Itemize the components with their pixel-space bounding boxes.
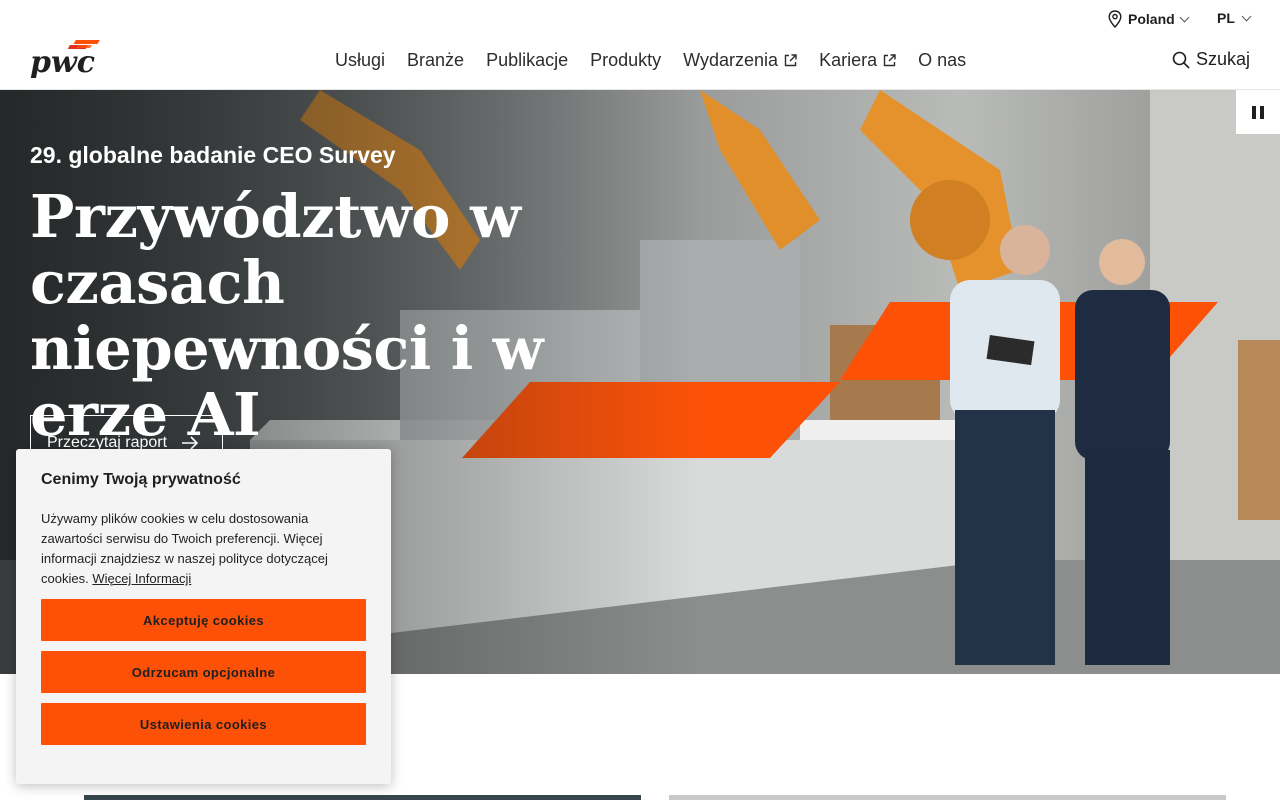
nav-label: Publikacje (486, 50, 569, 70)
language-label: PL (1217, 10, 1235, 26)
search-button[interactable]: Szukaj (1172, 49, 1250, 70)
content-cards (84, 795, 1226, 800)
card-image[interactable] (84, 795, 641, 800)
chevron-down-icon (1179, 12, 1190, 22)
nav-item-uslugi[interactable]: Usługi (335, 50, 385, 71)
pause-button[interactable] (1236, 90, 1280, 134)
svg-text:pwc: pwc (30, 45, 95, 78)
reject-optional-button[interactable]: Odrzucam opcjonalne (41, 651, 366, 693)
search-icon (1172, 51, 1190, 69)
nav-item-o-nas[interactable]: O nas (918, 50, 966, 71)
pwc-logo[interactable]: pwc (30, 38, 104, 78)
nav-label: Branże (407, 50, 465, 70)
nav-label: Usługi (335, 50, 386, 70)
region-selector[interactable]: Poland (1108, 10, 1190, 28)
language-selector[interactable]: PL (1217, 10, 1252, 26)
pause-icon (1260, 105, 1264, 119)
region-label: Poland (1128, 11, 1175, 27)
pause-icon (1252, 105, 1256, 119)
utility-bar: Poland PL (0, 0, 1280, 38)
external-link-icon (784, 54, 797, 67)
nav-item-branze[interactable]: Branże (407, 50, 464, 71)
external-link-icon (883, 54, 896, 67)
hero-eyebrow: 29. globalne badanie CEO Survey (30, 142, 396, 168)
card-image[interactable] (669, 795, 1226, 800)
main-nav: Usługi Branże Publikacje Produkty Wydarz… (335, 50, 966, 71)
cookie-body: Używamy plików cookies w celu dostosowan… (41, 509, 366, 589)
location-pin-icon (1108, 10, 1122, 28)
nav-item-wydarzenia[interactable]: Wydarzenia (683, 50, 797, 71)
nav-item-publikacje[interactable]: Publikacje (486, 50, 568, 71)
search-label: Szukaj (1196, 49, 1251, 69)
nav-label: Kariera (819, 50, 878, 70)
cookie-banner: Cenimy Twoją prywatność Używamy plików c… (16, 449, 391, 784)
hero-headline: Przywództwo w czasach niepewności i w er… (30, 182, 544, 449)
arrow-right-icon (182, 436, 199, 450)
nav-item-kariera[interactable]: Kariera (819, 50, 896, 71)
nav-label: O nas (918, 50, 967, 70)
cookie-settings-button[interactable]: Ustawienia cookies (41, 703, 366, 745)
nav-item-produkty[interactable]: Produkty (590, 50, 661, 71)
nav-label: Produkty (590, 50, 662, 70)
nav-label: Wydarzenia (683, 50, 779, 70)
main-header: pwc Usługi Branże Publikacje Produkty Wy… (0, 38, 1280, 90)
cookie-title: Cenimy Twoją prywatność (41, 471, 241, 488)
more-info-link[interactable]: Więcej Informacji (92, 571, 191, 586)
accept-cookies-button[interactable]: Akceptuję cookies (41, 599, 366, 641)
chevron-down-icon (1241, 11, 1252, 21)
